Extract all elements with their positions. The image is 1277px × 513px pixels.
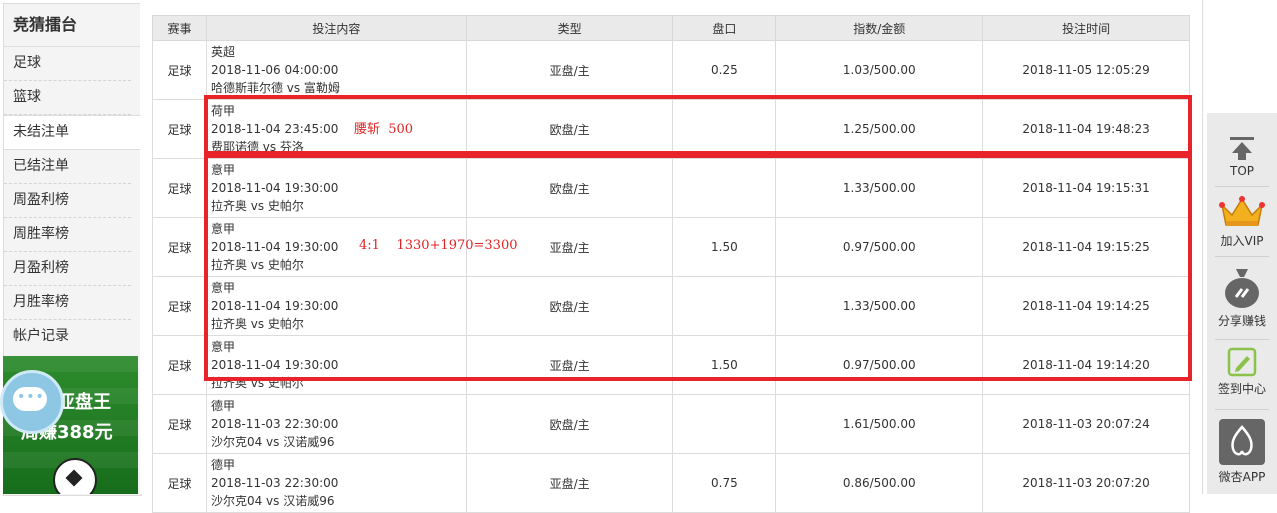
col-header-event: 赛事 (152, 15, 207, 41)
cell-bet-time: 2018-11-03 20:07:20 (982, 453, 1190, 513)
cell-bet-time: 2018-11-03 20:07:24 (982, 394, 1190, 454)
share-earn-button[interactable]: 分享赚钱 (1207, 265, 1277, 329)
floating-toolbar: TOP 加入VIP 分享赚钱 签到中心 微杏APP (1207, 113, 1277, 494)
annotation-box-1 (204, 95, 1192, 155)
banner-title: 亚盘王 (57, 392, 111, 413)
cell-content: 德甲 2018-11-03 22:30:00 沙尔克04 vs 汉诺威96 (205, 394, 467, 454)
cell-league: 德甲 (210, 458, 235, 472)
app-label: 微杏APP (1218, 470, 1266, 484)
cell-match: 沙尔克04 vs 汉诺威96 (210, 494, 335, 508)
table-header: 赛事 投注内容 类型 盘口 指数/金额 投注时间 (152, 15, 1190, 41)
cell-sport: 足球 (152, 158, 207, 218)
cell-sport: 足球 (152, 40, 207, 100)
sidebar-item-account-records[interactable]: 帐户记录 (4, 320, 131, 353)
col-header-type: 类型 (465, 15, 674, 41)
sidebar-item-unsettled[interactable]: 未结注单 (4, 115, 142, 150)
table-row: 足球 德甲 2018-11-03 22:30:00 沙尔克04 vs 汉诺威96 欧盘/… (152, 394, 1190, 454)
cell-odds: 0.86/500.00 (775, 453, 984, 513)
cell-league: 德甲 (210, 399, 235, 413)
cell-type: 亚盘/主 (465, 40, 674, 100)
cell-type: 欧盘/主 (465, 394, 674, 454)
cell-sport: 足球 (152, 217, 207, 277)
sidebar-item-football[interactable]: 足球 (4, 47, 131, 81)
share-earn-label: 分享赚钱 (1217, 314, 1266, 328)
annotation-note-2: 4:1 1330+1970=3300 (359, 238, 518, 253)
table-row: 足球 英超 2018-11-06 04:00:00 哈德斯菲尔德 vs 富勒姆 亚盘/主… (152, 40, 1190, 100)
main-content: 赛事 投注内容 类型 盘口 指数/金额 投注时间 足球 英超 2018-11-06 … (140, 0, 1203, 513)
cell-league: 英超 (210, 45, 235, 59)
sidebar-title: 竞猜擂台 (4, 4, 141, 47)
join-vip-button[interactable]: 加入VIP (1207, 195, 1277, 249)
arrow-up-icon (1230, 137, 1254, 160)
table-row: 足球 德甲 2018-11-03 22:30:00 沙尔克04 vs 汉诺威96 亚盘/… (152, 453, 1190, 513)
join-vip-label: 加入VIP (1220, 234, 1264, 248)
cell-type: 亚盘/主 (465, 453, 674, 513)
cell-handicap: 0.25 (672, 40, 777, 100)
col-header-odds: 指数/金额 (775, 15, 984, 41)
cell-match-time: 2018-11-06 04:00:00 (210, 63, 339, 77)
checkin-label: 签到中心 (1217, 382, 1266, 396)
checkin-button[interactable]: 签到中心 (1207, 347, 1277, 397)
sidebar-item-weekly-winrate[interactable]: 周胜率榜 (4, 218, 131, 252)
cell-sport: 足球 (152, 335, 207, 395)
col-header-content: 投注内容 (205, 15, 467, 41)
annotation-box-2 (204, 154, 1192, 381)
col-header-time: 投注时间 (982, 15, 1190, 41)
cell-content: 德甲 2018-11-03 22:30:00 沙尔克04 vs 汉诺威96 (205, 453, 467, 513)
cell-handicap: 0.75 (672, 453, 777, 513)
football-icon (53, 458, 97, 494)
crown-icon (1219, 196, 1265, 226)
money-bag-icon (1225, 269, 1259, 308)
cell-odds: 1.61/500.00 (775, 394, 984, 454)
top-label: TOP (1229, 164, 1254, 178)
pencil-icon (1227, 347, 1257, 377)
chat-bubble-icon[interactable] (0, 370, 64, 434)
cell-sport: 足球 (152, 99, 207, 159)
sidebar-item-settled[interactable]: 已结注单 (4, 150, 131, 184)
cell-content: 英超 2018-11-06 04:00:00 哈德斯菲尔德 vs 富勒姆 (205, 40, 467, 100)
cell-handicap (672, 394, 777, 454)
app-logo-icon (1219, 419, 1265, 465)
cell-odds: 1.03/500.00 (775, 40, 984, 100)
cell-sport: 足球 (152, 453, 207, 513)
cell-sport: 足球 (152, 394, 207, 454)
app-download-button[interactable]: 微杏APP (1207, 419, 1277, 485)
cell-match-time: 2018-11-03 22:30:00 (210, 417, 339, 431)
sidebar-item-monthly-profit[interactable]: 月盈利榜 (4, 252, 131, 286)
sidebar-item-weekly-profit[interactable]: 周盈利榜 (4, 184, 131, 218)
cell-match: 沙尔克04 vs 汉诺威96 (210, 435, 335, 449)
sidebar-item-monthly-winrate[interactable]: 月胜率榜 (4, 286, 131, 320)
annotation-note-1: 腰斩 500 (354, 122, 414, 137)
col-header-handicap: 盘口 (672, 15, 777, 41)
top-button[interactable]: TOP (1207, 135, 1277, 178)
cell-sport: 足球 (152, 276, 207, 336)
sidebar-item-basketball[interactable]: 篮球 (4, 81, 131, 115)
cell-match-time: 2018-11-03 22:30:00 (210, 476, 339, 490)
cell-bet-time: 2018-11-05 12:05:29 (982, 40, 1190, 100)
